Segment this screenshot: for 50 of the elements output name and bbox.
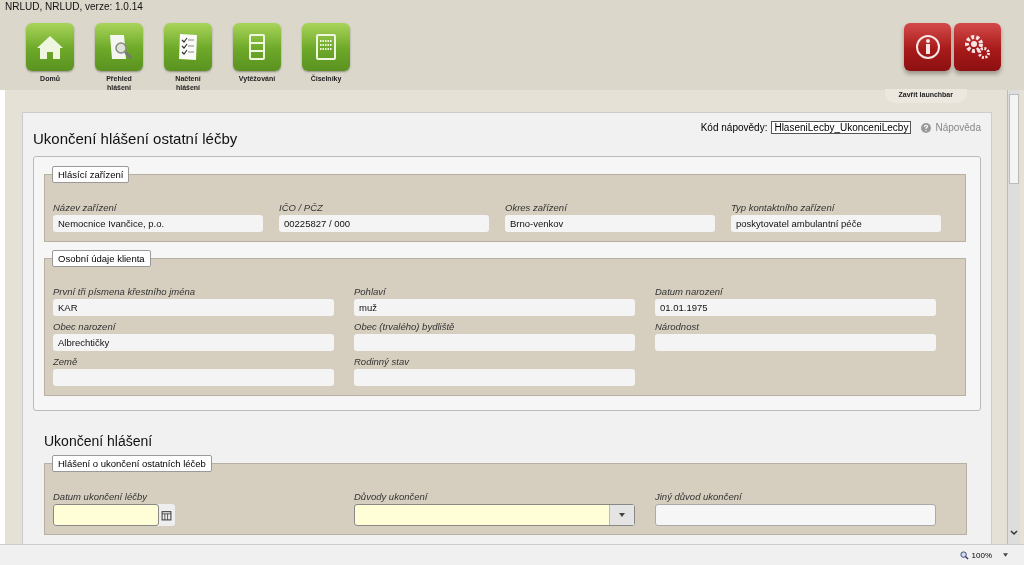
field-label: Země [53, 355, 79, 369]
input-field[interactable]: Brno-venkov [505, 215, 715, 232]
input-field[interactable]: Albrechtičky [53, 334, 334, 351]
page-title: Ukončení hlášení ostatní léčby [33, 130, 238, 147]
input-field[interactable] [655, 504, 936, 526]
field-label: IČO / PČZ [279, 201, 324, 215]
input-field[interactable]: poskytovatel ambulantní péče [731, 215, 941, 232]
info-button[interactable] [904, 23, 951, 71]
input-field[interactable] [354, 334, 635, 351]
field-label: Obec (trvalého) bydliště [354, 320, 456, 334]
calendar-icon[interactable] [161, 509, 172, 521]
input-field[interactable]: 00225827 / 000 [279, 215, 489, 232]
zoom-icon [959, 550, 969, 560]
input-field[interactable]: muž [354, 299, 635, 316]
field-label: Název zařízení [53, 201, 118, 215]
field-label: Datum ukončení léčby [53, 490, 149, 504]
help-code-field[interactable]: HlaseniLecby_UkonceniLecby [771, 121, 912, 134]
fieldset-legend: Hlášení o ukončení ostatních léčeb [52, 455, 212, 472]
fieldset-legend: Osobní údaje klienta [52, 250, 151, 267]
section-heading: Ukončení hlášení [44, 433, 154, 449]
fieldset-legend: Hlásící zařízení [52, 166, 130, 183]
field-label: Pohlaví [354, 285, 387, 299]
field-label: První tři písmena křestního jména [53, 285, 197, 299]
caret-icon [619, 513, 625, 517]
window-title: NRLUD, NRLUD, verze: 1.0.14 [5, 0, 144, 14]
help-code-label: Kód nápovědy: [700, 122, 768, 133]
field-label: Národnost [655, 320, 700, 334]
settings-button[interactable] [954, 23, 1001, 71]
input-field[interactable]: KAR [53, 299, 334, 316]
field-label: Rodinný stav [354, 355, 411, 369]
field-label: Datum narození [655, 285, 724, 299]
scrollbar[interactable] [1007, 90, 1020, 544]
field-label: Okres zařízení [505, 201, 569, 215]
field-label: Důvody ukončení [354, 490, 429, 504]
settings-icon [962, 32, 993, 62]
zoom-level[interactable]: 100% [971, 550, 992, 560]
scroll-down-icon[interactable] [1010, 530, 1018, 536]
field-label: Obec narození [53, 320, 117, 334]
input-field[interactable] [354, 369, 635, 386]
dropdown[interactable] [354, 504, 635, 526]
field-label: Jiný důvod ukončení [655, 490, 743, 504]
date-field[interactable] [53, 504, 159, 526]
scrollbar-thumb[interactable] [1009, 94, 1019, 184]
field-label: Typ kontaktního zařízení [731, 201, 836, 215]
input-field[interactable]: 01.01.1975 [655, 299, 936, 316]
caret-icon[interactable] [1003, 553, 1008, 557]
input-field[interactable] [655, 334, 936, 351]
input-field[interactable]: Nemocnice Ivančice, p.o. [53, 215, 263, 232]
input-field[interactable] [53, 369, 334, 386]
help-icon [921, 122, 932, 133]
